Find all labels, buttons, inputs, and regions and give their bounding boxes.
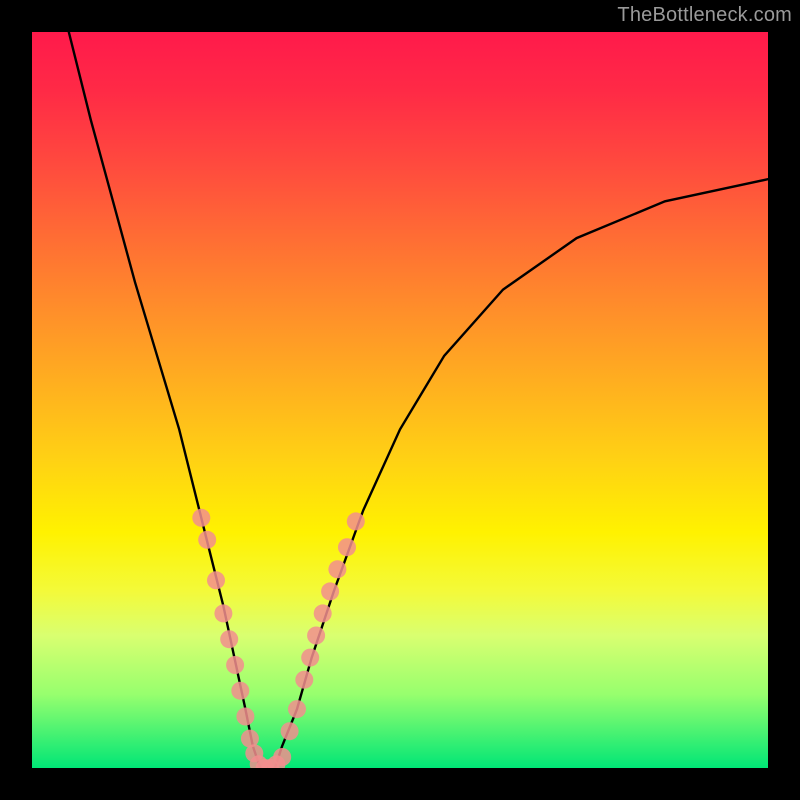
chart-svg: [32, 32, 768, 768]
data-point: [295, 671, 313, 689]
data-point: [214, 604, 232, 622]
data-point: [220, 630, 238, 648]
data-point: [347, 512, 365, 530]
plot-area: [32, 32, 768, 768]
data-point: [273, 748, 291, 766]
bottleneck-curve: [69, 32, 768, 768]
data-point: [328, 560, 346, 578]
data-point: [307, 627, 325, 645]
data-point: [231, 682, 249, 700]
chart-frame: TheBottleneck.com: [0, 0, 800, 800]
data-point: [288, 700, 306, 718]
scatter-dots: [192, 509, 364, 768]
watermark-text: TheBottleneck.com: [617, 4, 792, 27]
data-point: [281, 722, 299, 740]
data-point: [236, 708, 254, 726]
data-point: [198, 531, 216, 549]
data-point: [207, 571, 225, 589]
data-point: [226, 656, 244, 674]
data-point: [192, 509, 210, 527]
data-point: [314, 604, 332, 622]
data-point: [338, 538, 356, 556]
data-point: [321, 582, 339, 600]
data-point: [301, 649, 319, 667]
